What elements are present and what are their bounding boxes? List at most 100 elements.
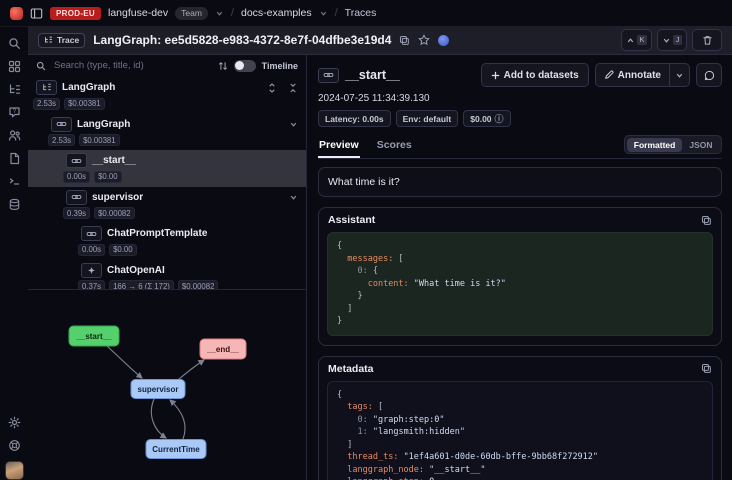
annotate-split-button: Annotate	[595, 63, 690, 87]
expand-all-icon[interactable]	[267, 83, 277, 93]
metric-chip: 0.00s	[78, 244, 105, 256]
tree-item-metrics: 2.53s $0.00381	[28, 134, 298, 146]
chevron-down-icon[interactable]	[289, 120, 298, 129]
user-avatar[interactable]	[5, 461, 24, 480]
comments-button[interactable]	[696, 63, 722, 87]
prompts-icon[interactable]: ?	[7, 105, 22, 120]
support-icon[interactable]	[7, 438, 22, 453]
annotate-dropdown-chevron[interactable]	[669, 64, 689, 86]
tree-item-label: LangGraph	[77, 119, 130, 130]
kbd-shortcut: K	[637, 35, 647, 45]
bookmark-star-icon[interactable]	[418, 34, 430, 46]
svg-text:CurrentTime: CurrentTime	[152, 445, 200, 454]
toggle-knob	[235, 61, 244, 70]
add-to-datasets-button[interactable]: Add to datasets	[481, 63, 589, 87]
copy-icon[interactable]	[701, 215, 712, 226]
breadcrumb-separator: /	[335, 7, 338, 19]
observation-badges: Latency: 0.00s Env: default $0.00ⓘ	[318, 110, 722, 127]
timeline-toggle[interactable]	[234, 60, 256, 72]
env-badge: Env: default	[396, 110, 459, 127]
breadcrumb-org[interactable]: langfuse-dev	[108, 7, 168, 19]
playground-icon[interactable]	[7, 174, 22, 189]
metadata-card-title: Metadata	[328, 363, 374, 375]
metric-chip: 166 → 6 (Σ 172)	[109, 280, 174, 289]
next-trace-button[interactable]: J	[657, 29, 687, 51]
cost-badge[interactable]: $0.00ⓘ	[463, 110, 510, 127]
assistant-card-title: Assistant	[328, 214, 375, 226]
trace-tree: LangGraph2.53s$0.00381LangGraph2.53s$0.0…	[28, 77, 306, 289]
dashboard-icon[interactable]	[7, 59, 22, 74]
observation-tree-panel: Timeline LangGraph2.53s$0.00381LangGraph…	[28, 54, 307, 289]
tree-item-metrics: 2.53s $0.00381	[28, 98, 298, 110]
sidebar-toggle-icon[interactable]	[30, 7, 43, 20]
observation-title: __start__	[345, 68, 400, 82]
format-option-formatted[interactable]: Formatted	[627, 138, 683, 152]
chain-icon	[66, 153, 87, 168]
previous-trace-button[interactable]: K	[621, 29, 652, 51]
tree-item-metrics: 0.39s$0.00082	[28, 207, 298, 219]
copy-icon[interactable]	[701, 363, 712, 374]
tree-item-metrics: 0.00s $0.00	[28, 244, 298, 256]
collapse-all-icon[interactable]	[288, 83, 298, 93]
graph-node-start[interactable]: __start__	[69, 326, 119, 346]
metadata-card: Metadata { tags: [ 0: "graph:step:0" 1: …	[318, 356, 722, 480]
metric-chip: 2.53s	[48, 134, 75, 146]
tracing-icon[interactable]	[7, 82, 22, 97]
trace-nav-controls: K J	[621, 29, 722, 51]
tree-item-metrics: 0.00s$0.00	[28, 171, 298, 183]
active-user-indicator[interactable]	[438, 35, 449, 46]
copy-id-icon[interactable]	[399, 35, 410, 46]
detail-header: __start__ Add to datasets Annotate	[318, 63, 722, 87]
search-icon	[36, 61, 46, 71]
format-toggle: Formatted JSON	[624, 135, 722, 154]
assistant-code: { messages: [ 0: { content: "What time i…	[327, 232, 713, 336]
tree-item-langgraph[interactable]: LangGraph2.53s$0.00381	[28, 77, 306, 114]
agent-graph: __start__ __end__ supervisor CurrentTime	[28, 290, 306, 480]
svg-text:__end__: __end__	[206, 345, 240, 354]
icon-sidebar: ?	[0, 26, 28, 480]
input-preview: What time is it?	[318, 167, 722, 197]
metric-chip: 2.53s	[33, 98, 60, 110]
graph-node-supervisor[interactable]: supervisor	[131, 380, 185, 399]
chain-icon	[66, 190, 87, 205]
annotate-button[interactable]: Annotate	[596, 64, 669, 86]
format-option-json[interactable]: JSON	[682, 138, 719, 152]
tree-item-metrics: 0.37s166 → 6 (Σ 172)$0.00082	[28, 280, 298, 289]
settings-gear-icon[interactable]	[7, 415, 22, 430]
users-icon[interactable]	[7, 128, 22, 143]
trace-icon	[36, 80, 57, 95]
trace-header-bar: Trace LangGraph: ee5d5828-e983-4372-8e7f…	[28, 26, 732, 55]
metric-chip: 0.37s	[78, 280, 105, 289]
graph-node-end[interactable]: __end__	[200, 339, 246, 359]
breadcrumb-page[interactable]: Traces	[345, 7, 377, 19]
breadcrumb-project[interactable]: docs-examples	[241, 7, 312, 19]
tree-item-start[interactable]: __start__0.00s$0.00	[28, 150, 306, 187]
metric-chip: $0.00381	[79, 134, 120, 146]
timeline-toggle-label: Timeline	[262, 61, 298, 71]
datasets-icon[interactable]	[7, 197, 22, 212]
chevron-down-icon[interactable]	[215, 9, 224, 18]
chain-icon	[318, 68, 339, 83]
tree-item-chatopenai[interactable]: ChatOpenAI0.37s166 → 6 (Σ 172)$0.00082	[28, 260, 306, 290]
tab-preview[interactable]: Preview	[318, 135, 360, 158]
tree-item-supervisor[interactable]: supervisor 0.39s$0.00082	[28, 187, 306, 224]
search-icon[interactable]	[7, 36, 22, 51]
tree-item-chatprompttemplate[interactable]: ChatPromptTemplate0.00s$0.00	[28, 223, 306, 260]
metric-chip: $0.00	[109, 244, 137, 256]
info-icon: ⓘ	[495, 112, 504, 125]
langfuse-logo-icon[interactable]	[10, 7, 23, 20]
chevron-down-icon[interactable]	[289, 193, 298, 202]
chevron-down-icon[interactable]	[319, 9, 328, 18]
delete-trace-button[interactable]	[692, 29, 722, 51]
sort-icon[interactable]	[218, 61, 228, 71]
tree-item-label: supervisor	[92, 192, 143, 203]
tree-item-langgraph[interactable]: LangGraph2.53s $0.00381	[28, 114, 306, 151]
langfuse-app: PROD-EU langfuse-dev Team / docs-example…	[0, 0, 732, 480]
observation-timestamp: 2024-07-25 11:34:39.130	[318, 93, 722, 104]
tree-search-input[interactable]	[52, 59, 212, 72]
tab-scores[interactable]: Scores	[376, 135, 413, 158]
agent-graph-panel: __start__ __end__ supervisor CurrentTime	[28, 289, 307, 480]
graph-node-currenttime[interactable]: CurrentTime	[146, 440, 206, 459]
docs-icon[interactable]	[7, 151, 22, 166]
metric-chip: $0.00381	[64, 98, 105, 110]
